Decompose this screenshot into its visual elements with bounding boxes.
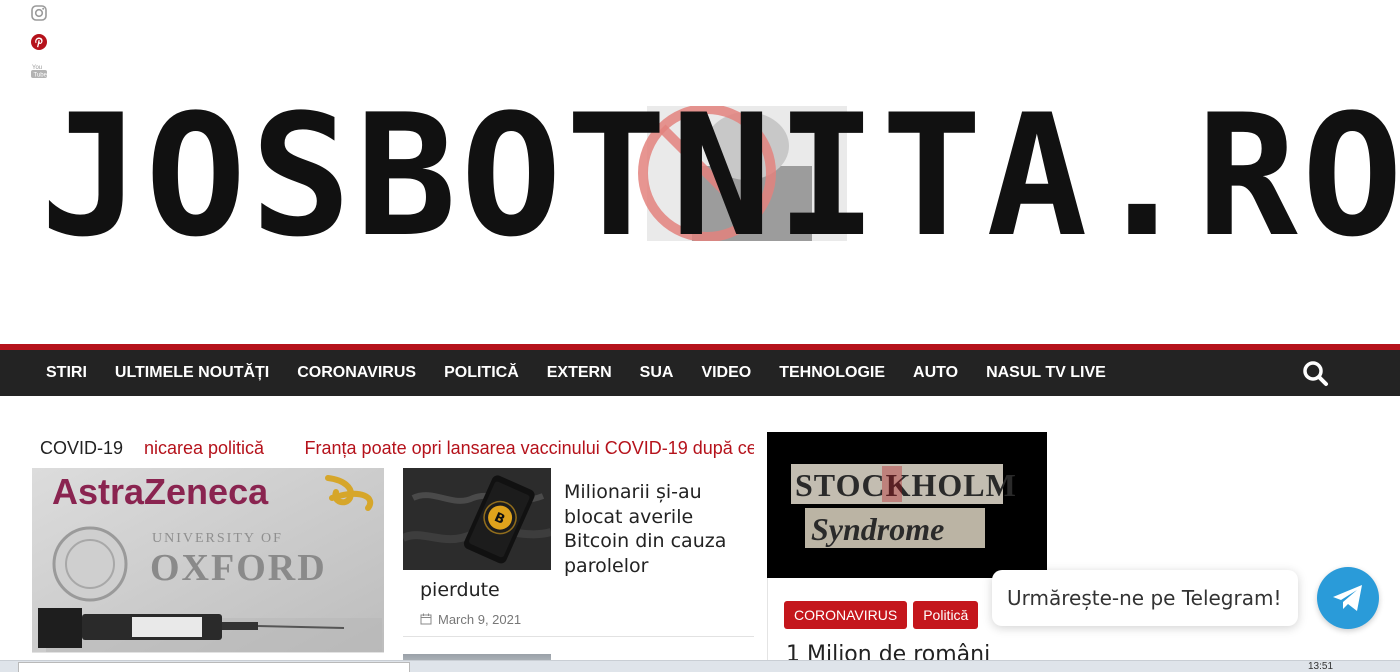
ticker-item[interactable]: nicarea politică	[144, 438, 264, 459]
stockholm-syndrome-image: STOCKHOLM Syndrome	[767, 432, 1047, 578]
telegram-cta-bubble[interactable]: Urmărește-ne pe Telegram!	[992, 570, 1298, 626]
nav-item-coronavirus[interactable]: CORONAVIRUS	[283, 350, 430, 396]
divider	[32, 652, 384, 653]
image-caption-line1: STOCKHOLM	[795, 467, 1017, 503]
category-tag-politica[interactable]: Politică	[913, 601, 979, 629]
article-title-continued[interactable]: pierdute	[420, 578, 500, 602]
image-brand-text: AstraZeneca	[52, 471, 269, 512]
logo-wordmark: JOSBOTNITA.RO	[40, 78, 1400, 274]
pinterest-icon[interactable]	[30, 33, 48, 51]
site-logo[interactable]: JOSBOTNITA.RO	[40, 78, 1400, 274]
ticker-track: nicarea politică Franța poate opri lansa…	[144, 438, 754, 462]
article-title[interactable]: Milionarii și-au blocat averile Bitcoin …	[564, 480, 754, 578]
image-institution-top: UNIVERSITY OF	[152, 531, 283, 546]
astrazeneca-oxford-image: AstraZeneca UNIVERSITY OF OXFORD	[32, 468, 384, 652]
calendar-icon	[420, 613, 432, 625]
image-caption-line2: Syndrome	[811, 511, 944, 547]
main-navigation: STIRI ULTIMELE NOUTĂȚI CORONAVIRUS POLIT…	[0, 350, 1400, 396]
bitcoin-phone-image: B	[403, 468, 551, 570]
taskbar-search-box[interactable]	[18, 662, 410, 672]
ticker-label: COVID-19	[40, 438, 132, 459]
nav-item-ultimele-noutati[interactable]: ULTIMELE NOUTĂȚI	[101, 350, 283, 396]
article-meta: March 9, 2021	[420, 610, 521, 628]
nav-item-sua[interactable]: SUA	[626, 350, 688, 396]
nav-menu: STIRI ULTIMELE NOUTĂȚI CORONAVIRUS POLIT…	[32, 350, 1120, 396]
image-institution-text: OXFORD	[150, 547, 327, 589]
nav-item-video[interactable]: VIDEO	[687, 350, 765, 396]
category-tags: CORONAVIRUS Politică	[784, 601, 984, 629]
taskbar-clock: 13:51	[1308, 661, 1334, 672]
telegram-icon	[1333, 585, 1362, 611]
nav-item-nasul-tv-live[interactable]: NASUL TV LIVE	[972, 350, 1120, 396]
telegram-button[interactable]	[1317, 567, 1379, 629]
nav-item-tehnologie[interactable]: TEHNOLOGIE	[765, 350, 899, 396]
featured-article-image[interactable]: AstraZeneca UNIVERSITY OF OXFORD	[32, 468, 384, 652]
ticker-item[interactable]: Franța poate opri lansarea vaccinului CO…	[305, 438, 754, 459]
divider	[403, 636, 754, 637]
instagram-icon[interactable]	[30, 4, 48, 22]
nav-item-auto[interactable]: AUTO	[899, 350, 972, 396]
search-icon[interactable]	[1300, 358, 1332, 390]
article-date[interactable]: March 9, 2021	[438, 612, 521, 627]
sidebar-article-image[interactable]: STOCKHOLM Syndrome	[767, 432, 1047, 578]
nav-item-extern[interactable]: EXTERN	[533, 350, 626, 396]
nav-item-politica[interactable]: POLITICĂ	[430, 350, 533, 396]
news-ticker: COVID-19 nicarea politică Franța poate o…	[40, 436, 754, 464]
nav-item-stiri[interactable]: STIRI	[32, 350, 101, 396]
article-thumbnail-bitcoin[interactable]: B	[403, 468, 551, 570]
category-tag-coronavirus[interactable]: CORONAVIRUS	[784, 601, 908, 629]
